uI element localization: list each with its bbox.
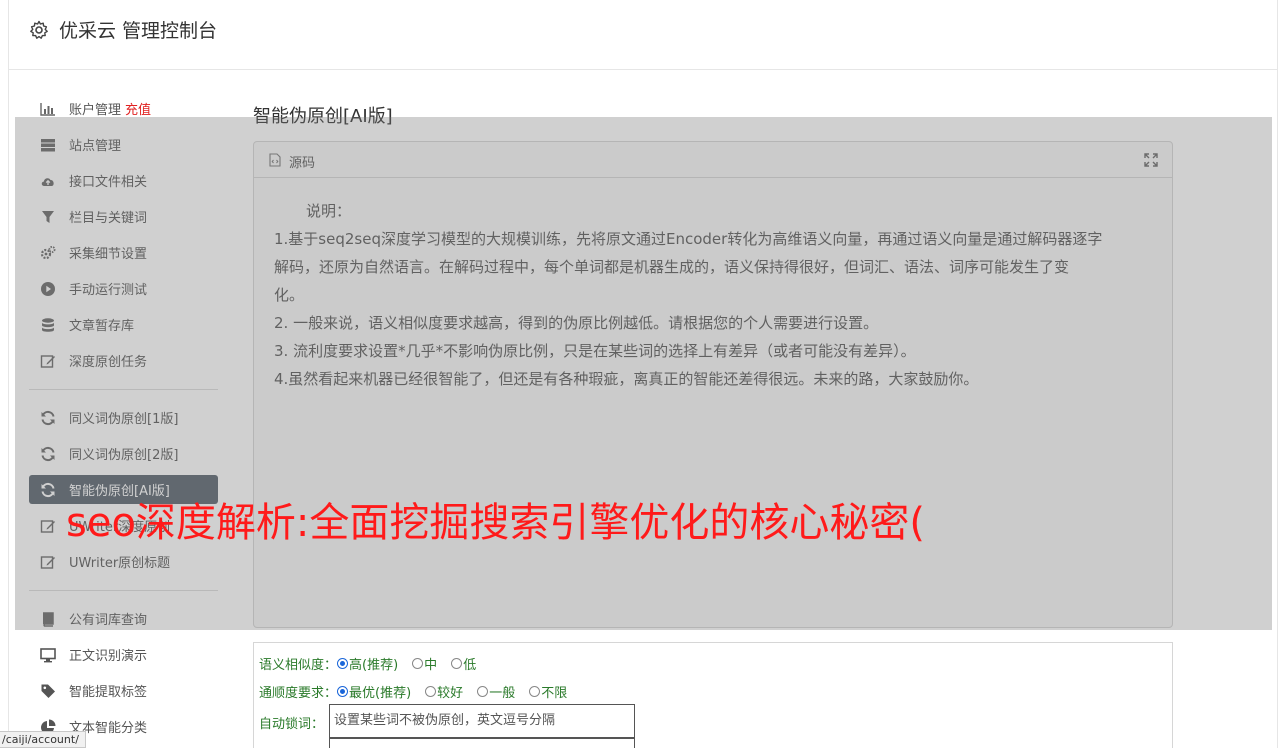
header: 优采云 管理控制台	[9, 0, 1277, 70]
lock-words-label: 自动锁词：	[259, 717, 325, 732]
tag-icon	[39, 682, 57, 700]
modal-overlay	[15, 117, 1272, 630]
similarity-option-low[interactable]: 低	[451, 654, 476, 673]
similarity-label: 语义相似度：	[259, 658, 338, 673]
sidebar-item-label: 智能提取标签	[69, 685, 148, 700]
option-label: 低	[463, 658, 477, 673]
option-label: 中	[424, 658, 438, 673]
option-label: 一般	[489, 686, 516, 701]
sidebar-item-text-recognition[interactable]: 正文识别演示	[29, 640, 218, 669]
radio-button[interactable]	[337, 658, 349, 669]
sidebar-item-tag-extract[interactable]: 智能提取标签	[29, 676, 218, 705]
radio-button[interactable]	[451, 658, 463, 669]
fluency-label: 通顺度要求：	[259, 686, 338, 701]
page-left-border	[8, 0, 9, 748]
recharge-link[interactable]: 充值	[125, 99, 151, 118]
option-label: 较好	[437, 686, 464, 701]
lock-words-input[interactable]: 设置某些词不被伪原创，英文逗号分隔	[329, 704, 635, 738]
similarity-option-high[interactable]: 高(推荐)	[337, 654, 398, 673]
page-right-border	[1277, 0, 1278, 748]
fluency-option-best[interactable]: 最优(推荐)	[337, 682, 411, 701]
option-label: 最优(推荐)	[349, 686, 412, 701]
gear-icon[interactable]	[29, 20, 49, 40]
option-label: 高(推荐)	[349, 658, 399, 673]
similarity-option-medium[interactable]: 中	[412, 654, 437, 673]
radio-button[interactable]	[529, 686, 541, 697]
fluency-option-good[interactable]: 较好	[425, 682, 463, 701]
bar-chart-icon	[39, 100, 57, 118]
secondary-input[interactable]	[329, 738, 635, 748]
fluency-row: 通顺度要求： 最优(推荐) 较好 一般 不限	[259, 682, 581, 701]
sidebar-item-label: 账户管理	[69, 103, 122, 118]
fluency-option-normal[interactable]: 一般	[477, 682, 515, 701]
app-title: 优采云 管理控制台	[59, 20, 218, 42]
radio-button[interactable]	[477, 686, 489, 697]
radio-button[interactable]	[425, 686, 437, 697]
status-bar-url: /caiji/account/	[0, 731, 86, 748]
radio-button[interactable]	[412, 658, 424, 669]
similarity-row: 语义相似度： 高(推荐) 中 低	[259, 654, 490, 673]
options-panel: 语义相似度： 高(推荐) 中 低 通顺度要求： 最优(推荐) 较好 一般 不限 …	[253, 642, 1173, 748]
radio-button[interactable]	[337, 686, 349, 697]
lock-words-row: 自动锁词：	[259, 713, 324, 732]
fluency-option-any[interactable]: 不限	[529, 682, 567, 701]
watermark-text: seo深度解析:全面挖掘搜索引擎优化的核心秘密(	[66, 500, 926, 546]
monitor-icon	[39, 646, 57, 664]
sidebar-item-label: 正文识别演示	[69, 649, 148, 664]
option-label: 不限	[541, 686, 568, 701]
